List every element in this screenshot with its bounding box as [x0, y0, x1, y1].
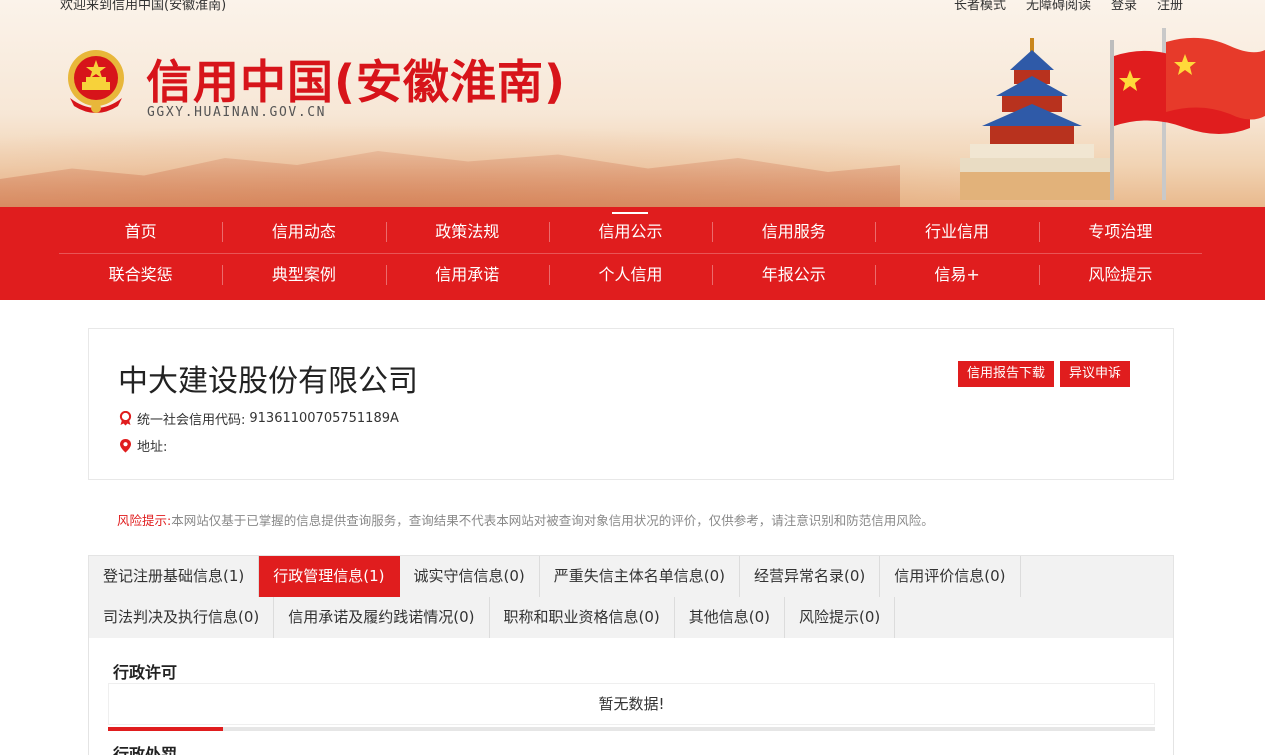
nav-item-home[interactable]: 首页: [59, 211, 222, 253]
company-card: 中大建设股份有限公司 统一社会信用代码: 91361100705751189A …: [88, 328, 1174, 480]
address-line: 地址:: [118, 436, 171, 455]
tab-administrative-info[interactable]: 行政管理信息(1): [259, 556, 400, 597]
nav-item-industry-credit[interactable]: 行业信用: [875, 211, 1038, 253]
tab-content: 行政许可 暂无数据! 行政处罚: [88, 638, 1174, 755]
tab-honesty-info[interactable]: 诚实守信信息(0): [400, 556, 540, 597]
risk-notice: 风险提示:本网站仅基于已掌握的信息提供查询服务，查询结果不代表本网站对被查询对象…: [117, 510, 934, 529]
elderly-mode-link[interactable]: 长者模式: [954, 0, 1006, 13]
nav-item-credit-publicity[interactable]: 信用公示: [548, 211, 712, 253]
national-flags-illustration: [1110, 28, 1265, 200]
ribbon-badge-icon: [119, 411, 132, 426]
tab-other-info[interactable]: 其他信息(0): [675, 597, 785, 638]
nav-item-personal-credit[interactable]: 个人信用: [548, 254, 712, 296]
nav-item-annual-report[interactable]: 年报公示: [712, 254, 875, 296]
nav-row-2: 联合奖惩 典型案例 信用承诺 个人信用 年报公示 信易+ 风险提示: [59, 254, 1202, 296]
nav-item-typical-cases[interactable]: 典型案例: [222, 254, 385, 296]
tab-credit-commitment-info[interactable]: 信用承诺及履约践诺情况(0): [274, 597, 490, 638]
nav-item-credit-services[interactable]: 信用服务: [712, 211, 875, 253]
credit-code-value: 91361100705751189A: [249, 411, 399, 426]
topbar-links: 长者模式 无障碍阅读 登录 注册: [954, 0, 1183, 13]
nav-item-special-governance[interactable]: 专项治理: [1038, 211, 1202, 253]
administrative-penalty-title: 行政处罚: [113, 745, 178, 755]
risk-notice-label: 风险提示:: [117, 513, 172, 528]
nav-item-policies[interactable]: 政策法规: [385, 211, 549, 253]
welcome-text: 欢迎来到信用中国(安徽淮南): [60, 0, 227, 13]
register-link[interactable]: 注册: [1157, 0, 1183, 13]
tab-judicial-info[interactable]: 司法判决及执行信息(0): [89, 597, 275, 638]
tab-abnormal-operations[interactable]: 经营异常名录(0): [740, 556, 881, 597]
empty-data-message: 暂无数据!: [108, 683, 1155, 725]
tab-credit-evaluation[interactable]: 信用评价信息(0): [880, 556, 1021, 597]
main-nav: 首页 信用动态 政策法规 信用公示 信用服务 行业信用 专项治理 联合奖惩 典型…: [0, 207, 1265, 300]
location-pin-icon: [120, 439, 131, 453]
tab-registration-info[interactable]: 登记注册基础信息(1): [89, 556, 260, 597]
temple-of-heaven-illustration: [960, 38, 1110, 200]
objection-appeal-button[interactable]: 异议申诉: [1060, 361, 1131, 387]
nav-item-credit-commitment[interactable]: 信用承诺: [385, 254, 549, 296]
tab-serious-dishonesty-list[interactable]: 严重失信主体名单信息(0): [540, 556, 740, 597]
horizontal-scrollbar[interactable]: [108, 727, 1155, 731]
national-emblem-icon: [68, 50, 124, 113]
address-label: 地址:: [137, 440, 168, 455]
nav-item-xinyi-plus[interactable]: 信易+: [875, 254, 1038, 296]
site-title[interactable]: 信用中国(安徽淮南): [146, 46, 566, 112]
info-tabs: 登记注册基础信息(1) 行政管理信息(1) 诚实守信信息(0) 严重失信主体名单…: [88, 555, 1174, 638]
site-domain: GGXY.HUAINAN.GOV.CN: [147, 105, 327, 120]
accessible-reading-link[interactable]: 无障碍阅读: [1026, 0, 1091, 13]
company-name: 中大建设股份有限公司: [118, 364, 418, 399]
credit-report-download-button[interactable]: 信用报告下载: [958, 361, 1055, 387]
nav-item-risk-alert[interactable]: 风险提示: [1038, 254, 1202, 296]
tab-risk-alert[interactable]: 风险提示(0): [785, 597, 896, 638]
credit-code-label: 统一社会信用代码:: [137, 413, 246, 428]
scrollbar-thumb[interactable]: [108, 727, 223, 731]
administrative-license-title: 行政许可: [113, 663, 178, 682]
nav-item-credit-news[interactable]: 信用动态: [222, 211, 385, 253]
risk-notice-text: 本网站仅基于已掌握的信息提供查询服务，查询结果不代表本网站对被查询对象信用状况的…: [171, 513, 934, 528]
header-banner: 欢迎来到信用中国(安徽淮南) 长者模式 无障碍阅读 登录 注册 信用中国(安徽淮…: [0, 0, 1265, 207]
tab-professional-qualification[interactable]: 职称和职业资格信息(0): [490, 597, 675, 638]
tab-row-1: 登记注册基础信息(1) 行政管理信息(1) 诚实守信信息(0) 严重失信主体名单…: [89, 556, 1021, 597]
login-link[interactable]: 登录: [1111, 0, 1137, 13]
nav-row-1: 首页 信用动态 政策法规 信用公示 信用服务 行业信用 专项治理: [59, 211, 1202, 253]
nav-item-joint-rewards[interactable]: 联合奖惩: [59, 254, 222, 296]
tab-row-2: 司法判决及执行信息(0) 信用承诺及履约践诺情况(0) 职称和职业资格信息(0)…: [89, 597, 896, 638]
credit-code-line: 统一社会信用代码: 91361100705751189A: [118, 409, 399, 428]
